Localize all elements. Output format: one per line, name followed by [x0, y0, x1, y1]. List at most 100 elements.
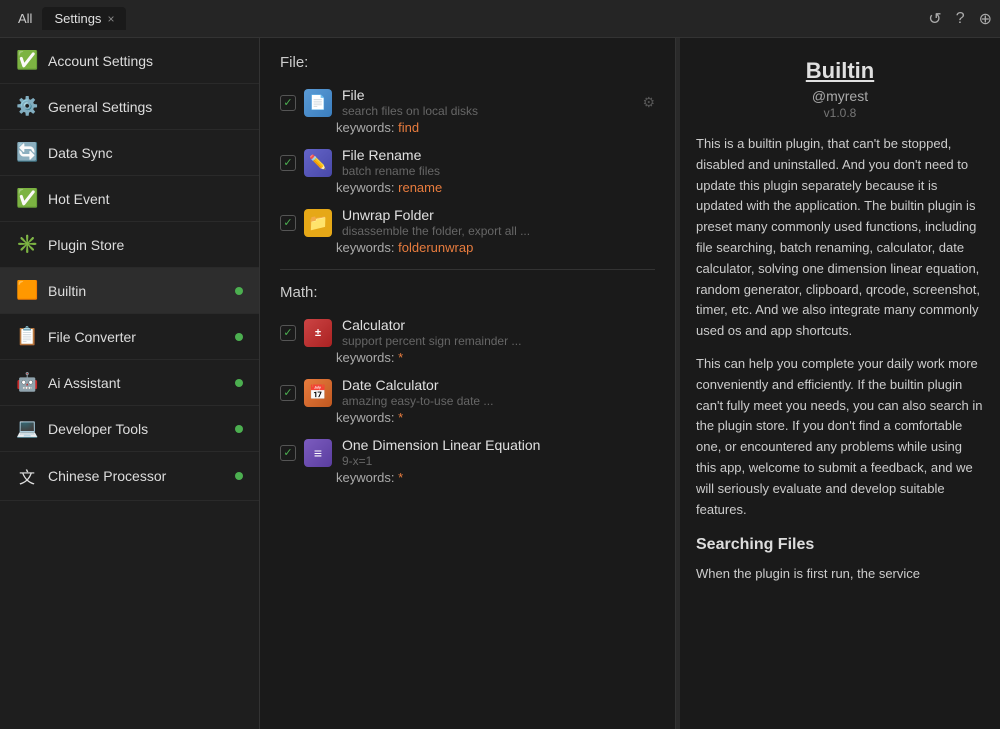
close-tab-button[interactable]: × — [107, 12, 114, 26]
date-calc-plugin-desc: amazing easy-to-use date ... — [342, 394, 655, 408]
sidebar-item-ai-assistant-label: Ai Assistant — [48, 375, 225, 391]
section-divider — [280, 269, 655, 270]
hot-event-icon: ✅ — [16, 188, 38, 209]
list-item: ✓ ✏️ File Rename batch rename files keyw… — [280, 147, 655, 195]
sidebar-item-general-settings[interactable]: ⚙️ General Settings — [0, 84, 259, 130]
right-panel-para-1: This is a builtin plugin, that can't be … — [696, 134, 984, 342]
unwrap-folder-keywords-value: folderunwrap — [398, 240, 473, 255]
builtin-icon: 🟧 — [16, 280, 38, 301]
sidebar-item-ai-assistant[interactable]: 🤖 Ai Assistant — [0, 360, 259, 406]
pin-icon[interactable]: ⊕ — [979, 9, 992, 29]
sidebar-item-file-converter-label: File Converter — [48, 329, 225, 345]
developer-tools-icon: 💻 — [16, 418, 38, 439]
unwrap-folder-checkbox[interactable]: ✓ — [280, 215, 296, 231]
file-rename-plugin-icon: ✏️ — [304, 149, 334, 177]
chinese-processor-dot — [235, 472, 243, 480]
sidebar-item-general-settings-label: General Settings — [48, 99, 243, 115]
file-converter-dot — [235, 333, 243, 341]
help-icon[interactable]: ? — [956, 10, 965, 28]
file-plugin-desc: search files on local disks — [342, 104, 634, 118]
sidebar: ✅ Account Settings ⚙️ General Settings 🔄… — [0, 38, 260, 729]
unwrap-folder-keywords: keywords: folderunwrap — [280, 240, 655, 255]
right-panel-author: @myrest — [696, 88, 984, 104]
file-checkbox[interactable]: ✓ — [280, 95, 296, 111]
sidebar-item-developer-tools-label: Developer Tools — [48, 421, 225, 437]
sidebar-item-data-sync-label: Data Sync — [48, 145, 243, 161]
sidebar-item-account-settings-label: Account Settings — [48, 53, 243, 69]
general-settings-icon: ⚙️ — [16, 96, 38, 117]
date-calc-keywords: keywords: * — [280, 410, 655, 425]
right-panel-version: v1.0.8 — [696, 106, 984, 120]
file-rename-plugin-name: File Rename — [342, 147, 655, 163]
date-calc-plugin-icon: 📅 — [304, 379, 334, 407]
list-item: ✓ ≡ One Dimension Linear Equation 9-x=1 … — [280, 437, 655, 485]
chinese-processor-icon: 文 — [16, 464, 38, 488]
right-panel-body: This is a builtin plugin, that can't be … — [696, 134, 984, 585]
sidebar-item-data-sync[interactable]: 🔄 Data Sync — [0, 130, 259, 176]
file-keywords: keywords: find — [280, 120, 655, 135]
file-rename-plugin-info: File Rename batch rename files — [342, 147, 655, 178]
data-sync-icon: 🔄 — [16, 142, 38, 163]
ai-assistant-dot — [235, 379, 243, 387]
calculator-plugin-name: Calculator — [342, 317, 655, 333]
right-panel-para-2: This can help you complete your daily wo… — [696, 354, 984, 520]
sidebar-item-file-converter[interactable]: 📋 File Converter — [0, 314, 259, 360]
sidebar-item-plugin-store[interactable]: ✳️ Plugin Store — [0, 222, 259, 268]
file-plugin-name: File — [342, 87, 634, 103]
date-calc-plugin-info: Date Calculator amazing easy-to-use date… — [342, 377, 655, 408]
all-tab[interactable]: All — [8, 7, 42, 30]
account-settings-icon: ✅ — [16, 50, 38, 71]
plugin-store-icon: ✳️ — [16, 234, 38, 255]
file-rename-keywords: keywords: rename — [280, 180, 655, 195]
refresh-icon[interactable]: ↺ — [928, 9, 941, 29]
file-rename-plugin-desc: batch rename files — [342, 164, 655, 178]
sidebar-item-builtin[interactable]: 🟧 Builtin — [0, 268, 259, 314]
file-plugin-info: File search files on local disks — [342, 87, 634, 118]
sidebar-item-account-settings[interactable]: ✅ Account Settings — [0, 38, 259, 84]
right-panel-section-body: When the plugin is first run, the servic… — [696, 564, 984, 585]
ai-assistant-icon: 🤖 — [16, 372, 38, 393]
file-rename-checkbox[interactable]: ✓ — [280, 155, 296, 171]
topbar-icons: ↺ ? ⊕ — [928, 9, 992, 29]
builtin-dot — [235, 287, 243, 295]
sidebar-item-builtin-label: Builtin — [48, 283, 225, 299]
topbar: All Settings × ↺ ? ⊕ — [0, 0, 1000, 38]
linear-eq-plugin-info: One Dimension Linear Equation 9-x=1 — [342, 437, 655, 468]
sidebar-item-chinese-processor-label: Chinese Processor — [48, 468, 225, 484]
sidebar-item-chinese-processor[interactable]: 文 Chinese Processor — [0, 452, 259, 501]
sidebar-item-developer-tools[interactable]: 💻 Developer Tools — [0, 406, 259, 452]
file-converter-icon: 📋 — [16, 326, 38, 347]
unwrap-folder-plugin-name: Unwrap Folder — [342, 207, 655, 223]
file-settings-icon[interactable]: ⚙ — [642, 94, 655, 111]
date-calc-checkbox[interactable]: ✓ — [280, 385, 296, 401]
calculator-keywords-value: * — [398, 350, 403, 365]
calculator-plugin-icon: ± — [304, 319, 334, 347]
linear-eq-plugin-desc: 9-x=1 — [342, 454, 655, 468]
linear-eq-plugin-icon: ≡ — [304, 439, 334, 467]
settings-tab[interactable]: Settings × — [42, 7, 126, 30]
sidebar-item-hot-event-label: Hot Event — [48, 191, 243, 207]
list-item: ✓ 📁 Unwrap Folder disassemble the folder… — [280, 207, 655, 255]
file-keywords-value: find — [398, 120, 419, 135]
sidebar-item-hot-event[interactable]: ✅ Hot Event — [0, 176, 259, 222]
calculator-plugin-info: Calculator support percent sign remainde… — [342, 317, 655, 348]
file-plugin-icon: 📄 — [304, 89, 334, 117]
unwrap-folder-plugin-desc: disassemble the folder, export all ... — [342, 224, 655, 238]
calculator-checkbox[interactable]: ✓ — [280, 325, 296, 341]
linear-eq-checkbox[interactable]: ✓ — [280, 445, 296, 461]
right-panel-title: Builtin — [696, 58, 984, 84]
calculator-keywords: keywords: * — [280, 350, 655, 365]
sidebar-item-plugin-store-label: Plugin Store — [48, 237, 243, 253]
calculator-plugin-desc: support percent sign remainder ... — [342, 334, 655, 348]
math-section-title: Math: — [280, 284, 655, 305]
right-panel: Builtin @myrest v1.0.8 This is a builtin… — [680, 38, 1000, 729]
list-item: ✓ 📄 File search files on local disks ⚙ k… — [280, 87, 655, 135]
date-calc-plugin-name: Date Calculator — [342, 377, 655, 393]
linear-eq-keywords: keywords: * — [280, 470, 655, 485]
developer-tools-dot — [235, 425, 243, 433]
unwrap-folder-plugin-info: Unwrap Folder disassemble the folder, ex… — [342, 207, 655, 238]
file-rename-keywords-value: rename — [398, 180, 442, 195]
file-section-title: File: — [280, 54, 655, 75]
right-panel-section-title: Searching Files — [696, 532, 984, 558]
center-panel: File: ✓ 📄 File search files on local dis… — [260, 38, 676, 729]
